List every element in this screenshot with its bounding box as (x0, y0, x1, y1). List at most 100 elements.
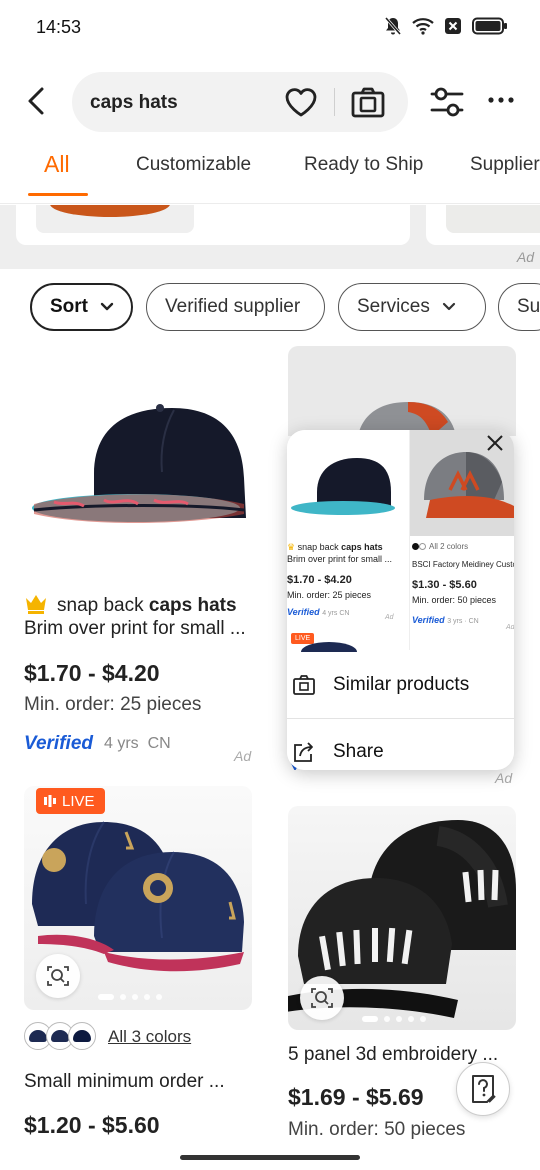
help-button[interactable] (456, 1062, 510, 1116)
long-press-popup: ♛ snap back caps hats Brim over print fo… (287, 430, 514, 770)
filter-button[interactable] (430, 86, 464, 118)
ad-label: Ad (234, 748, 252, 764)
product-min-order: Min. order: 25 pieces (24, 694, 202, 715)
home-indicator[interactable] (180, 1155, 360, 1160)
more-options-button[interactable] (486, 92, 516, 108)
supplier-chip-partial[interactable]: Su (498, 283, 540, 331)
status-icons (384, 16, 508, 36)
chevron-down-icon (442, 296, 456, 318)
preview-card[interactable]: All 2 colors BSCI Factory Meidiney Custo… (409, 430, 514, 650)
chip-label: Sort (50, 296, 88, 317)
camera-search-icon (293, 675, 315, 695)
more-dots-icon (488, 97, 514, 103)
search-header: caps hats (0, 70, 540, 132)
preview-ad-label: Ad (506, 624, 514, 631)
product-card-partial[interactable] (16, 205, 410, 245)
product-image (24, 344, 260, 580)
camera-icon (351, 87, 385, 118)
preview-live-badge: LIVE (291, 633, 315, 644)
back-button[interactable] (20, 84, 52, 118)
similar-products-menu-item[interactable]: Similar products (287, 656, 514, 714)
status-time: 14:53 (36, 17, 82, 37)
category-tabs: All Customizable Ready to Ship Supplier (0, 140, 540, 204)
search-input[interactable]: caps hats (72, 72, 408, 132)
preview-card[interactable]: ♛ snap back caps hats Brim over print fo… (287, 430, 407, 662)
close-icon (487, 435, 503, 451)
preview-title: BSCI Factory Meidiney Custo... (412, 560, 514, 569)
ad-label: Ad (516, 249, 534, 265)
crown-icon (24, 592, 48, 616)
chip-label: Verified supplier (165, 296, 301, 317)
color-swatches[interactable] (24, 1022, 96, 1050)
filter-sliders-icon (430, 87, 464, 117)
wifi-icon (412, 18, 434, 35)
product-price: $1.70 - $4.20 (24, 660, 160, 686)
favorite-button[interactable] (284, 86, 318, 118)
image-search-button[interactable] (300, 976, 344, 1020)
search-divider (334, 88, 335, 116)
image-search-button[interactable] (36, 954, 80, 998)
snapback-cap-image (32, 404, 246, 523)
verified-badge: Verified (24, 733, 93, 754)
bell-muted-icon (384, 17, 402, 35)
close-button[interactable] (484, 432, 506, 454)
sort-chip[interactable]: Sort (30, 283, 133, 331)
menu-item-label: Share (333, 741, 384, 762)
image-search-button[interactable] (350, 85, 386, 119)
product-subtitle: Brim over print for small ... (24, 618, 246, 639)
product-title: 5 panel 3d embroidery ... (288, 1044, 499, 1065)
preview-min-order: Min. order: 50 pieces (412, 595, 497, 605)
sim-off-icon (445, 18, 461, 34)
product-price: $1.69 - $5.69 (288, 1084, 424, 1110)
product-image-partial (36, 205, 194, 233)
product-card[interactable]: snap back caps hats Brim over print for … (0, 344, 270, 774)
lens-search-icon (311, 988, 333, 1008)
heart-icon (285, 88, 317, 117)
verified-supplier-chip[interactable]: Verified supplier (146, 283, 325, 331)
menu-item-label: Similar products (333, 674, 470, 695)
popup-menu: Similar products Share (287, 652, 514, 770)
services-chip[interactable]: Services (338, 283, 486, 331)
product-image (288, 346, 516, 436)
help-question-icon (472, 1075, 496, 1103)
preview-price: $1.70 - $4.20 (287, 574, 352, 586)
product-min-order: Min. order: 50 pieces (288, 1119, 466, 1140)
preview-title: ♛ snap back caps hats (287, 542, 383, 552)
color-swatch[interactable] (68, 1022, 96, 1050)
product-card[interactable]: LIVE All 3 colors Small minimum order ..… (24, 786, 252, 1170)
product-price: $1.20 - $5.60 (24, 1112, 160, 1138)
live-bars-icon (44, 795, 56, 807)
tab-all[interactable]: All (44, 151, 70, 178)
chevron-down-icon (100, 296, 114, 318)
product-card-partial[interactable] (426, 205, 540, 245)
trucker-cap-image (358, 402, 456, 436)
product-title: Small minimum order ... (24, 1071, 225, 1092)
share-menu-item[interactable]: Share (287, 723, 514, 770)
previous-results-strip: Ad (0, 205, 540, 269)
product-title: snap back caps hats (57, 595, 237, 616)
lens-search-icon (47, 966, 69, 986)
live-badge: LIVE (36, 788, 105, 814)
all-colors-link[interactable]: All 3 colors (108, 1027, 191, 1047)
chip-label: Su (517, 296, 540, 317)
live-label: LIVE (62, 792, 95, 810)
preview-subtitle: Brim over print for small ... (287, 554, 393, 564)
image-carousel-dots (98, 994, 162, 1000)
back-arrow-icon (28, 87, 44, 115)
tab-supplier[interactable]: Supplier (470, 154, 540, 176)
tab-customizable[interactable]: Customizable (136, 154, 251, 176)
chip-label: Services (357, 296, 430, 317)
battery-icon (472, 17, 507, 35)
tab-ready-to-ship[interactable]: Ready to Ship (304, 154, 423, 176)
ad-label: Ad (495, 770, 513, 786)
preview-image (287, 430, 407, 538)
active-tab-indicator (28, 193, 88, 196)
preview-verified: Verified 4 yrs CN (287, 607, 350, 617)
search-query-text: caps hats (90, 92, 178, 113)
preview-colors: All 2 colors (412, 542, 468, 551)
preview-min-order: Min. order: 25 pieces (287, 590, 372, 600)
preview-ad-label: Ad (385, 614, 394, 621)
supplier-years: 4 yrs CN (104, 735, 171, 752)
product-image-partial (446, 205, 540, 233)
preview-verified: Verified 3 yrs · CN (412, 615, 479, 625)
